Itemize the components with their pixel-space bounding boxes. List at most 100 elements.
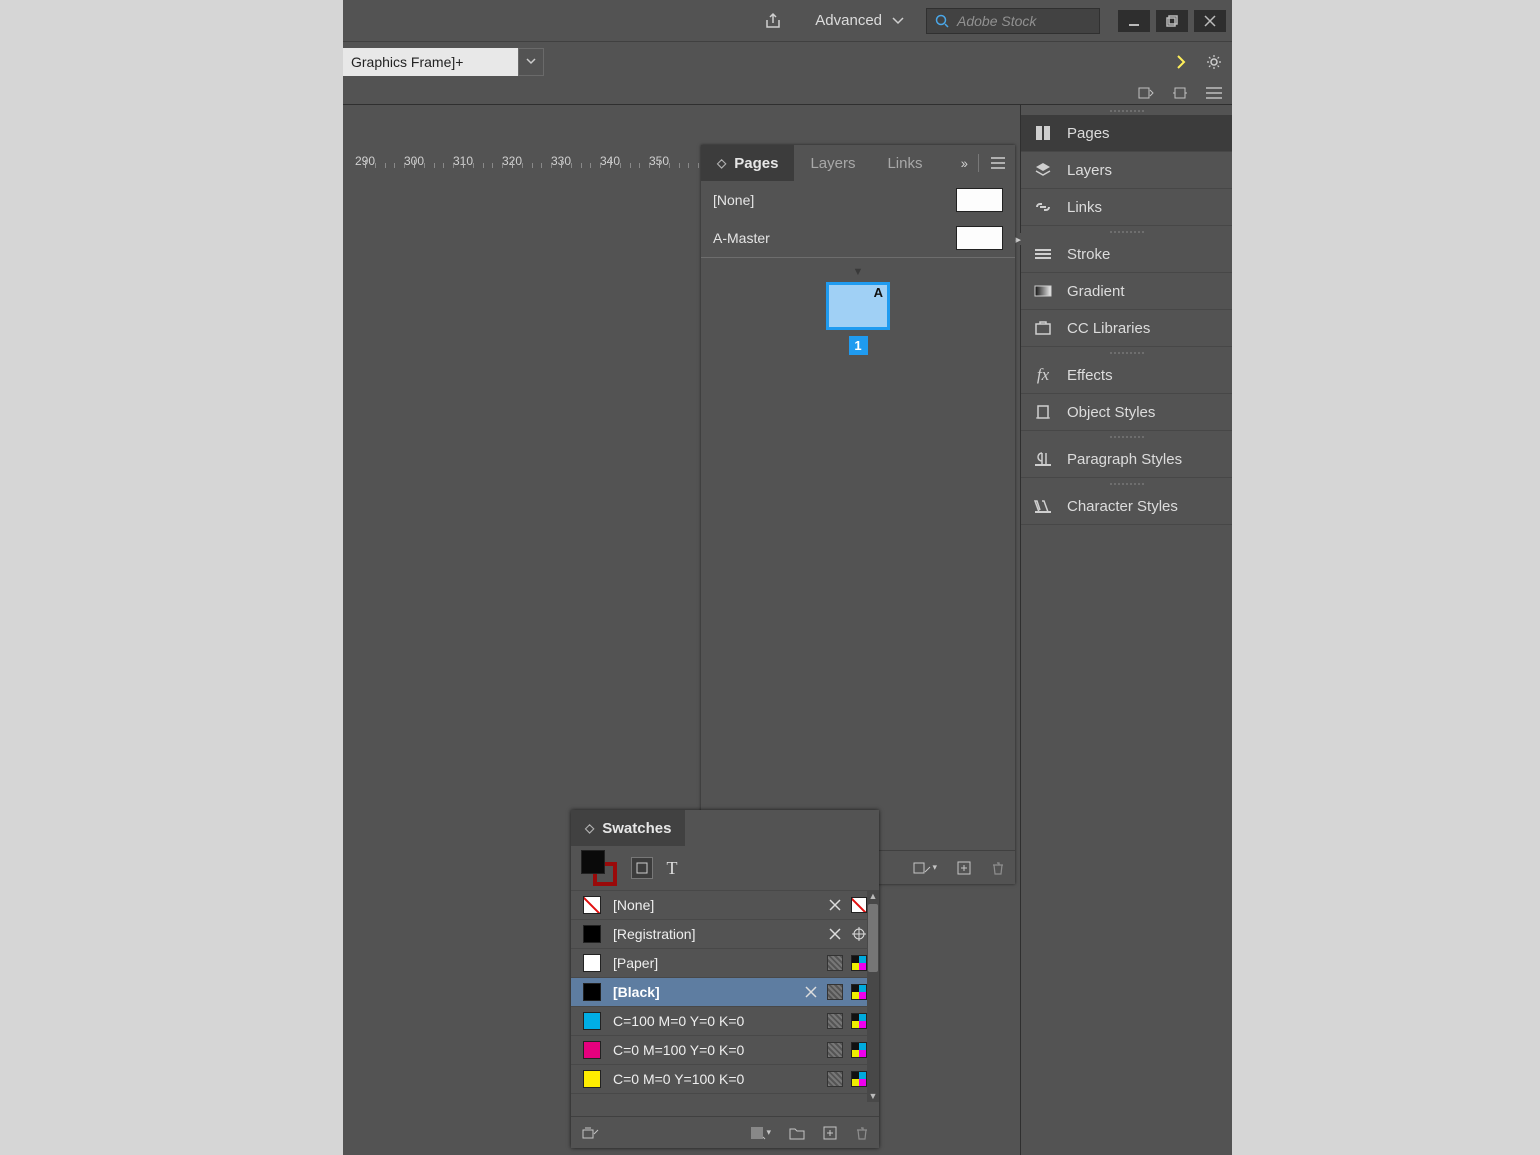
lock-icon (827, 897, 843, 913)
swatch-row[interactable]: [Paper] (571, 948, 879, 977)
layers-icon (1033, 160, 1053, 180)
title-bar: Advanced Adobe Stock (343, 0, 1232, 41)
tab-swatches[interactable]: ◇ Swatches (571, 810, 685, 846)
panel-item-pages[interactable]: Pages (1021, 115, 1232, 152)
panel-gripper[interactable] (1021, 431, 1232, 441)
swatch-row[interactable] (571, 1093, 879, 1102)
swatch-chip (583, 983, 601, 1001)
tab-layers[interactable]: Layers (794, 145, 871, 181)
panel-gripper[interactable] (1021, 105, 1232, 115)
object-style-dropdown[interactable] (518, 48, 544, 76)
swatch-row[interactable]: [None] (571, 890, 879, 919)
fit-page-icon[interactable] (1134, 81, 1158, 105)
share-icon[interactable] (753, 1, 793, 41)
fit-spread-icon[interactable] (1168, 81, 1192, 105)
swatch-options-icon[interactable] (581, 1126, 599, 1140)
new-swatch-icon[interactable] (823, 1126, 837, 1140)
object-style-value: Graphics Frame]+ (351, 54, 463, 70)
new-group-from-icon[interactable]: ▾ (750, 1126, 771, 1140)
search-placeholder: Adobe Stock (957, 13, 1036, 29)
registration-icon (851, 926, 867, 942)
page-number-badge[interactable]: 1 (849, 336, 868, 355)
panel-item-gradient[interactable]: Gradient (1021, 273, 1232, 310)
swatch-row[interactable]: [Registration] (571, 919, 879, 948)
object-style-field[interactable]: Graphics Frame]+ (343, 48, 519, 76)
swatch-chip (583, 954, 601, 972)
new-page-icon[interactable] (957, 861, 971, 875)
delete-swatch-icon[interactable] (855, 1126, 869, 1140)
swatch-chip (583, 1012, 601, 1030)
panel-menu-icon[interactable] (1202, 81, 1226, 105)
panel-menu-icon[interactable] (991, 157, 1005, 169)
swatch-name: [None] (613, 897, 654, 913)
cmyk-icon (851, 1071, 867, 1087)
fill-proxy[interactable] (581, 850, 605, 874)
maximize-button[interactable] (1156, 10, 1188, 32)
swatch-chip (583, 1070, 601, 1088)
master-thumb (956, 226, 1003, 250)
panel-item-object-styles[interactable]: Object Styles (1021, 394, 1232, 431)
master-row-a[interactable]: A-Master (701, 219, 1015, 257)
search-icon (935, 14, 949, 28)
panel-gripper[interactable] (1021, 226, 1232, 236)
lock-icon (827, 926, 843, 942)
links-icon (1033, 197, 1053, 217)
panel-item-label: Gradient (1067, 283, 1125, 300)
container-scope-button[interactable] (631, 857, 653, 879)
panel-gripper[interactable] (1021, 347, 1232, 357)
page-master-letter: A (874, 285, 883, 300)
pages-icon (1033, 123, 1053, 143)
scroll-down-arrow[interactable]: ▼ (867, 1090, 879, 1102)
edit-size-icon[interactable]: ▾ (913, 861, 937, 875)
text-scope-button[interactable]: T (661, 857, 683, 879)
swatch-row[interactable]: [Black] (571, 977, 879, 1006)
swatch-row[interactable]: C=100 M=0 Y=0 K=0 (571, 1006, 879, 1035)
tab-links[interactable]: Links (871, 145, 938, 181)
spread-insertion-marker: ▼ (853, 266, 864, 278)
panel-item-cc-libraries[interactable]: CC Libraries (1021, 310, 1232, 347)
workspace-dropdown[interactable]: Advanced (805, 1, 914, 41)
scroll-up-arrow[interactable]: ▲ (867, 890, 879, 902)
process-icon (827, 1071, 843, 1087)
panel-item-links[interactable]: Links (1021, 189, 1232, 226)
gpu-icon[interactable] (1170, 50, 1194, 74)
swatches-list[interactable]: [None] [Registration] [Paper] [Black] C=100 … (571, 890, 879, 1102)
master-label: [None] (713, 192, 754, 208)
swatch-name: [Black] (613, 984, 660, 1000)
scrollbar[interactable]: ▲ ▼ (867, 890, 879, 1102)
panel-item-stroke[interactable]: Stroke (1021, 236, 1232, 273)
search-input[interactable]: Adobe Stock (926, 8, 1100, 34)
new-folder-icon[interactable] (789, 1126, 805, 1140)
delete-page-icon[interactable] (991, 861, 1005, 875)
panel-item-layers[interactable]: Layers (1021, 152, 1232, 189)
right-panel-dock: ▸▸ PagesLayersLinksStrokeGradientCC Libr… (1020, 105, 1232, 1155)
swatch-name: C=100 M=0 Y=0 K=0 (613, 1013, 744, 1029)
effects-icon: fx (1033, 365, 1053, 385)
control-bar: Graphics Frame]+ (343, 41, 1232, 81)
spread-area[interactable]: ▼ A 1 (701, 258, 1015, 355)
pages-panel: ◇Pages Layers Links ›› [None] A-Master ▼ (701, 145, 1015, 884)
panel-item-label: Object Styles (1067, 404, 1155, 421)
settings-gear-icon[interactable] (1202, 50, 1226, 74)
master-label: A-Master (713, 230, 770, 246)
fill-stroke-proxy[interactable] (581, 850, 617, 886)
swatch-name: C=0 M=0 Y=100 K=0 (613, 1071, 744, 1087)
swatch-chip-none (583, 896, 601, 914)
panel-gripper[interactable] (1021, 478, 1232, 488)
close-button[interactable] (1194, 10, 1226, 32)
swatch-row[interactable]: C=0 M=100 Y=0 K=0 (571, 1035, 879, 1064)
swatch-row[interactable]: C=0 M=0 Y=100 K=0 (571, 1064, 879, 1093)
page-thumbnail[interactable]: A (826, 282, 890, 330)
panel-item-character-styles[interactable]: Character Styles (1021, 488, 1232, 525)
tab-pages[interactable]: ◇Pages (701, 145, 794, 181)
panel-item-paragraph-styles[interactable]: Paragraph Styles (1021, 441, 1232, 478)
tab-grab-icon: ◇ (717, 156, 726, 170)
none-type-icon (851, 897, 867, 913)
panel-item-effects[interactable]: fxEffects (1021, 357, 1232, 394)
swatch-name: [Registration] (613, 926, 695, 942)
master-row-none[interactable]: [None] (701, 181, 1015, 219)
scroll-thumb[interactable] (868, 904, 878, 972)
minimize-button[interactable] (1118, 10, 1150, 32)
cmyk-icon (851, 1042, 867, 1058)
collapse-panel-icon[interactable]: ›› (961, 155, 966, 171)
